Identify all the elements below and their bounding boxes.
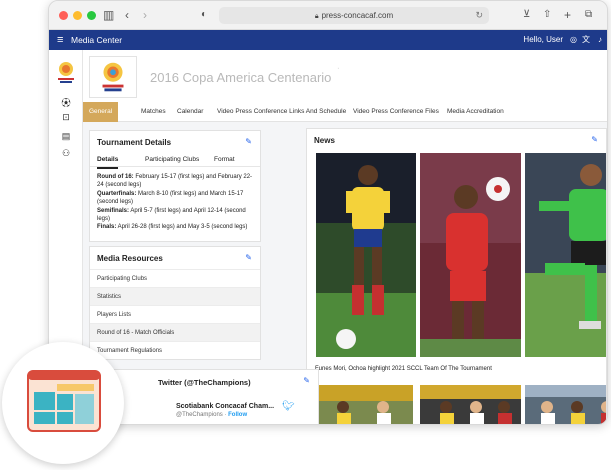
sidebar-toggle-icon[interactable]: ▥	[103, 7, 114, 23]
dashboard-layout-icon	[27, 370, 101, 432]
tab-video-press-conference-links[interactable]: Video Press Conference Links And Schedul…	[217, 102, 346, 122]
resource-participating-clubs[interactable]: Participating Clubs	[90, 269, 260, 287]
tab-overview-icon[interactable]: ⧉	[585, 7, 592, 23]
pencil-icon[interactable]: ✎	[245, 137, 252, 146]
download-icon[interactable]: ⊻	[523, 7, 530, 23]
users-icon[interactable]: ⚇	[60, 148, 72, 159]
subtab-details[interactable]: Details	[97, 153, 119, 169]
soccer-ball-icon[interactable]: ⚽︎	[60, 96, 72, 109]
reload-icon[interactable]: ↻	[475, 7, 483, 24]
copa-america-logo	[58, 62, 74, 83]
privacy-shield-icon[interactable]: ◐	[201, 7, 207, 23]
resource-match-officials[interactable]: Round of 16 - Match Officials	[90, 323, 260, 341]
resource-players-lists[interactable]: Players Lists	[90, 305, 260, 323]
details-line: Quarterfinals: March 8-10 (first legs) a…	[97, 190, 244, 206]
twitter-card: Twitter (@TheChampions) ✎ Scotiabank Con…	[101, 369, 319, 424]
back-icon[interactable]: ‹	[125, 7, 129, 23]
details-text: Round of 16: February 15-17 (first legs)…	[97, 173, 257, 232]
pencil-icon[interactable]: ✎	[245, 253, 252, 262]
tab-media-accreditation[interactable]: Media Accreditation	[447, 102, 504, 122]
twitter-bird-icon[interactable]: 🐦︎	[282, 401, 295, 412]
subtab-participating-clubs[interactable]: Participating Clubs	[145, 153, 199, 167]
details-subtabs: Details Participating Clubs Format	[90, 153, 260, 169]
details-line: Round of 16: February 15-17 (first legs)…	[97, 174, 253, 189]
tournament-tabs: General Matches Calendar Video Press Con…	[83, 102, 607, 122]
tab-calendar[interactable]: Calendar	[177, 102, 203, 122]
browser-toolbar: ▥ ‹ › ◐ 🔒︎ press-concacaf.com ↻ ⊻ ⇧ + ⧉	[49, 1, 607, 30]
close-window-button[interactable]	[59, 11, 68, 20]
document-icon[interactable]: ▤	[60, 131, 72, 142]
news-card: News ✎ Funes Mori, Ochoa highlight 2021 …	[306, 128, 607, 425]
news-thumb-1[interactable]	[313, 385, 413, 425]
news-title: News	[314, 136, 335, 145]
resource-statistics[interactable]: Statistics	[90, 287, 260, 305]
news-thumb-3[interactable]	[525, 385, 607, 425]
twitter-account-name[interactable]: Scotiabank Concacaf Cham...	[176, 403, 274, 410]
tournament-logo	[89, 56, 137, 98]
card-title: Media Resources	[97, 254, 163, 263]
address-text: press-concacaf.com	[321, 11, 394, 20]
tab-matches[interactable]: Matches	[141, 102, 166, 122]
app-title: Media Center	[71, 35, 123, 45]
dashboard-badge	[2, 342, 124, 464]
address-bar[interactable]: 🔒︎ press-concacaf.com ↻	[219, 7, 489, 24]
forward-icon[interactable]: ›	[143, 7, 147, 23]
details-line: Finals: April 26-28 (first legs) and May…	[97, 224, 248, 231]
tab-video-press-conference-files[interactable]: Video Press Conference Files	[353, 102, 439, 122]
maximize-window-button[interactable]	[87, 11, 96, 20]
twitter-handle-line: @TheChampions · Follow	[176, 412, 247, 418]
news-photo-1[interactable]	[316, 153, 416, 357]
browser-window: ▥ ‹ › ◐ 🔒︎ press-concacaf.com ↻ ⊻ ⇧ + ⧉ ≡…	[48, 0, 608, 425]
pencil-icon[interactable]: ✎	[303, 376, 310, 385]
news-caption[interactable]: Funes Mori, Ochoa highlight 2021 SCCL Te…	[315, 366, 492, 372]
details-line: Semifinals: April 5-7 (first legs) and A…	[97, 207, 246, 223]
tournament-details-card: Tournament Details ✎ Details Participati…	[89, 130, 261, 242]
twitter-title: Twitter (@TheChampions)	[158, 378, 251, 387]
hamburger-menu-icon[interactable]: ≡	[57, 33, 63, 47]
twitter-follow-link[interactable]: Follow	[228, 412, 247, 418]
app-header: ≡ Media Center Hello, User ◎ 文 ♪	[49, 30, 607, 50]
stage: ▥ ‹ › ◐ 🔒︎ press-concacaf.com ↻ ⊻ ⇧ + ⧉ ≡…	[0, 0, 611, 470]
news-photo-3[interactable]	[525, 153, 607, 357]
new-tab-icon[interactable]: +	[564, 7, 571, 23]
card-title: Tournament Details	[97, 138, 172, 147]
subtab-format[interactable]: Format	[214, 153, 235, 167]
resource-tournament-regulations[interactable]: Tournament Regulations	[90, 341, 260, 359]
tab-general[interactable]: General	[83, 102, 119, 122]
translate-icon[interactable]: 文	[582, 33, 590, 46]
tournament-title: 2016 Copa America Centenario	[150, 70, 332, 85]
minimize-window-button[interactable]	[73, 11, 82, 20]
news-thumb-2[interactable]	[420, 385, 521, 425]
news-photo-2[interactable]	[420, 153, 521, 357]
user-greeting[interactable]: Hello, User	[523, 34, 563, 46]
twitter-handle[interactable]: @TheChampions	[176, 412, 223, 418]
title-edit-marker: ˈ	[337, 68, 340, 75]
share-icon[interactable]: ⇧	[543, 7, 551, 23]
briefcase-icon[interactable]: ⊡	[60, 112, 72, 123]
media-resources-card: Media Resources ✎ Participating Clubs St…	[89, 246, 261, 360]
notification-bell-icon[interactable]: ♪	[598, 33, 602, 46]
lock-icon: 🔒︎	[314, 13, 319, 20]
pencil-icon[interactable]: ✎	[591, 135, 598, 144]
account-icon[interactable]: ◎	[570, 33, 577, 46]
tournament-header: 2016 Copa America Centenario ˈ	[83, 50, 607, 102]
